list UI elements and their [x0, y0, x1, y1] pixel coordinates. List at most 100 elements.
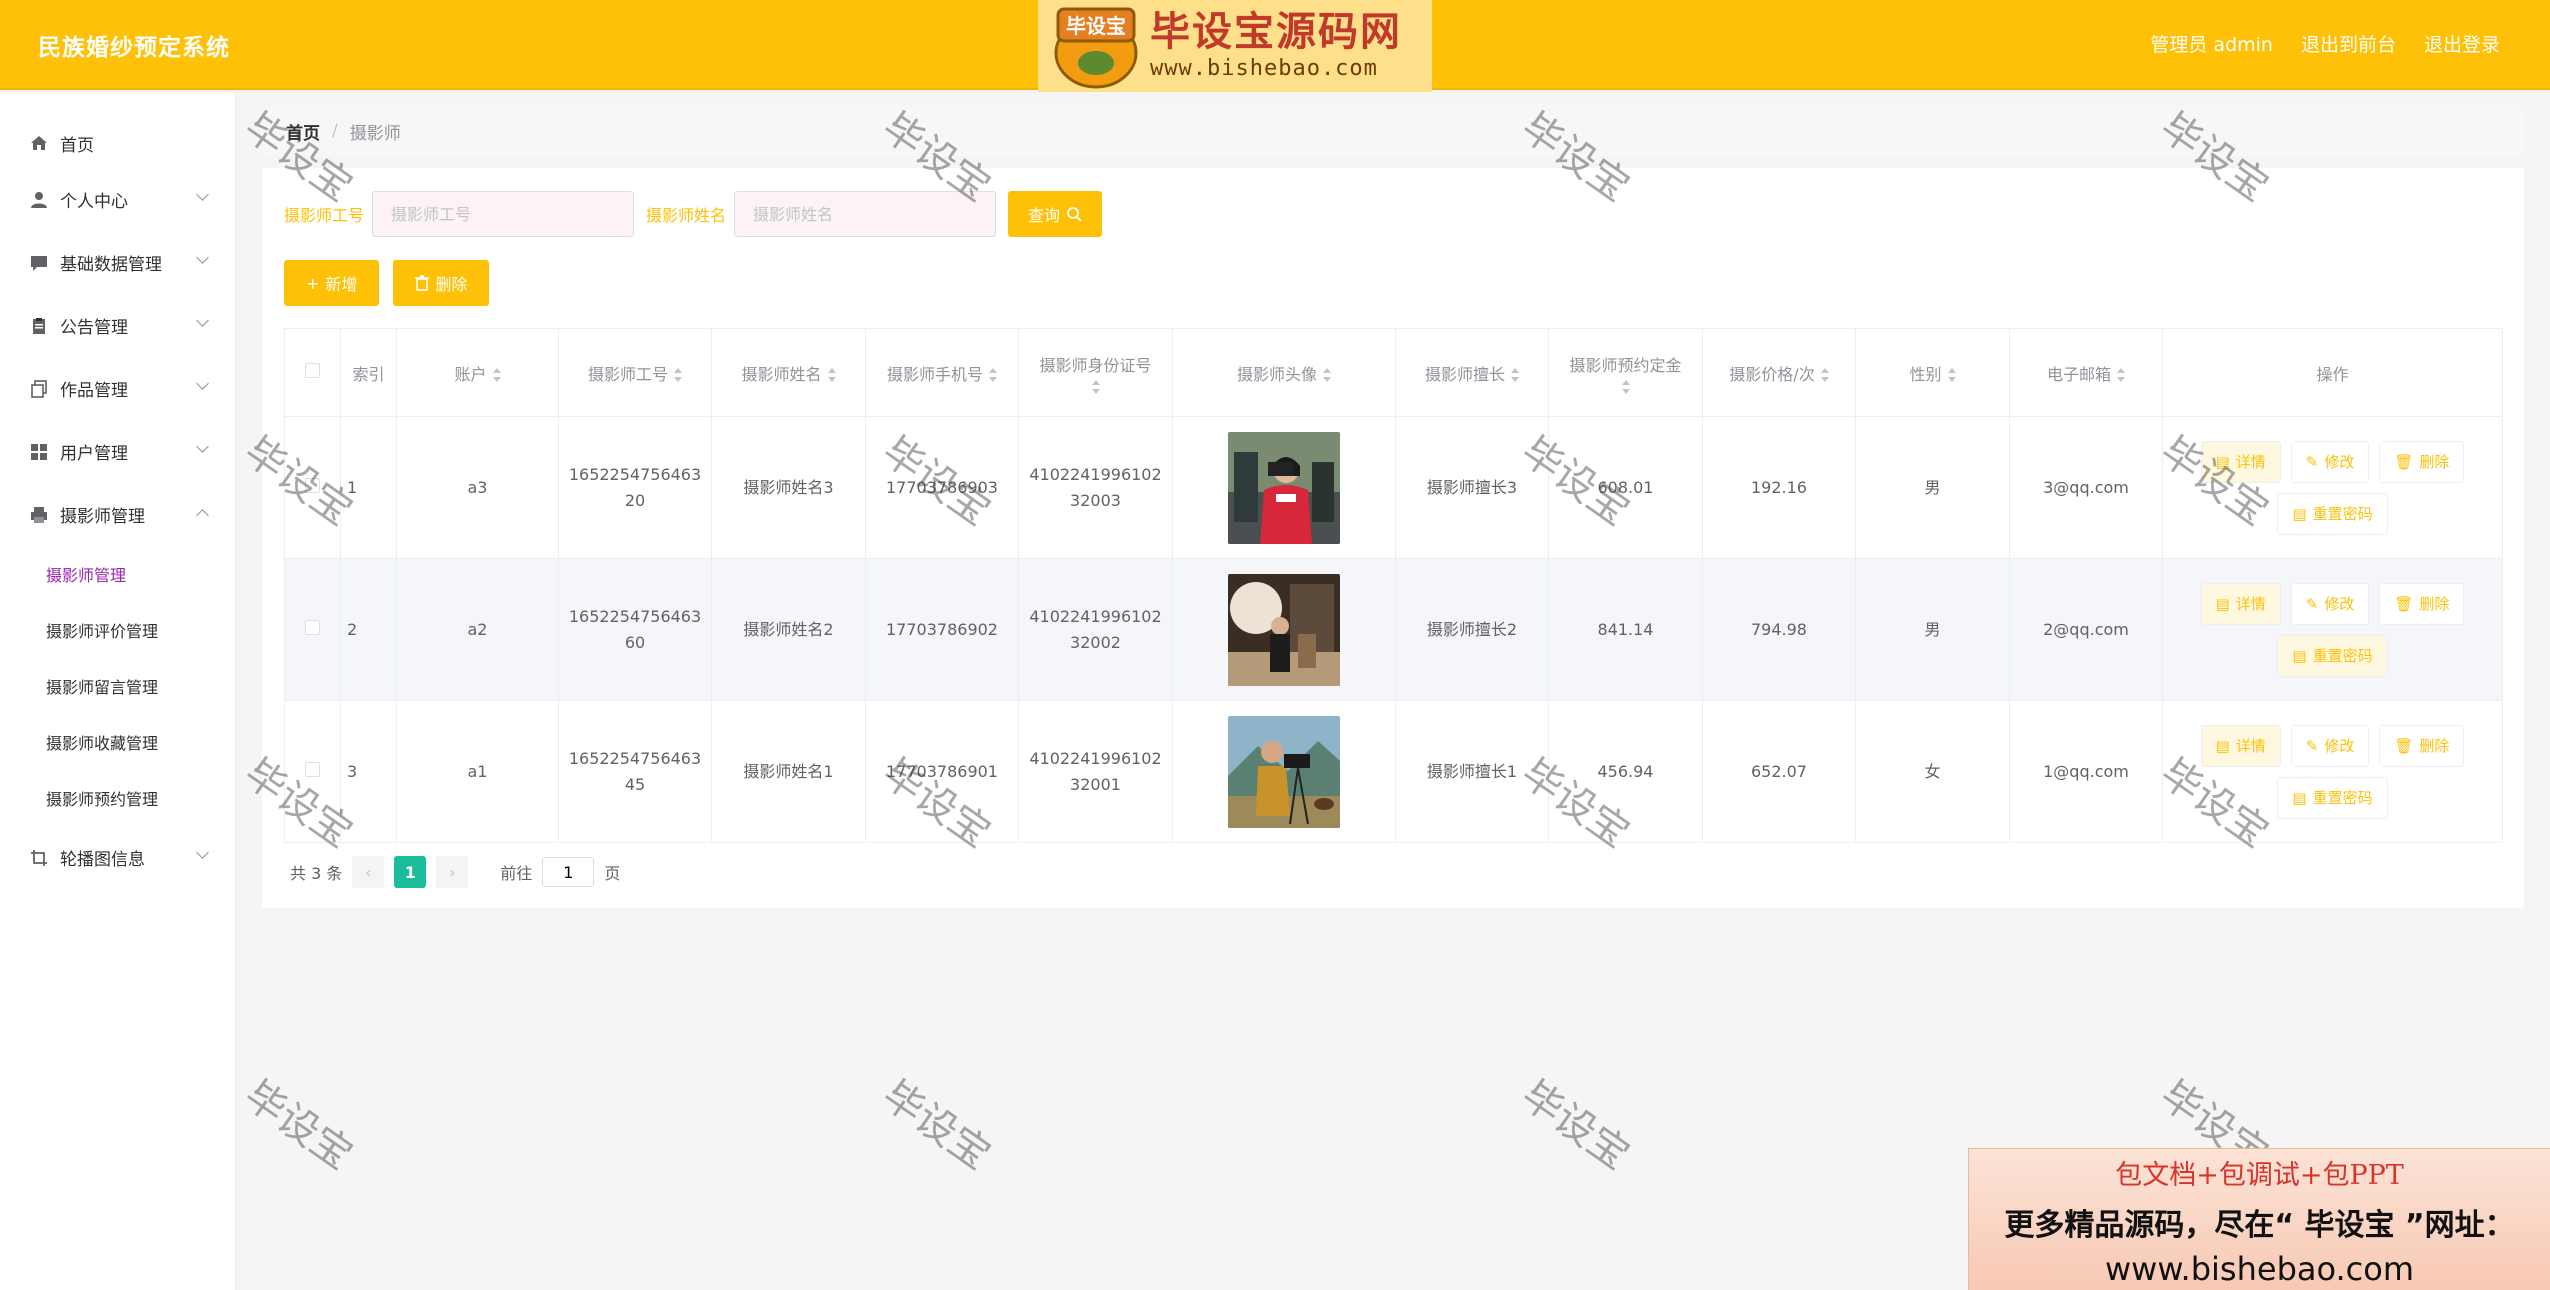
photographer-number-input[interactable] [372, 191, 635, 237]
submenu-photographer-manage[interactable]: 摄影师管理 [0, 546, 235, 602]
reset-password-button[interactable]: ▤ 重置密码 [2277, 634, 2388, 677]
sidebar-item-users[interactable]: 用户管理 [0, 420, 235, 483]
ad-line-1: 包文档+包调试+包PPT [2115, 1160, 2404, 1191]
sort-icon[interactable] [674, 368, 682, 382]
select-all-checkbox[interactable] [305, 363, 320, 378]
sort-icon[interactable] [989, 368, 997, 382]
sort-icon[interactable] [2117, 368, 2125, 382]
photographer-avatar[interactable] [1228, 431, 1340, 544]
cell-operations: ▤ 详情 ✎ 修改 🗑 删除 ▤ 重置密码 [2162, 416, 2503, 559]
clipboard-icon [28, 315, 50, 337]
submenu-photographer-booking[interactable]: 摄影师预约管理 [0, 770, 235, 826]
cell-email: 1@qq.com [2009, 700, 2163, 843]
goto-prefix: 前往 [500, 864, 533, 883]
cell-deposit: 608.01 [1548, 416, 1703, 559]
chevron-down-icon [196, 314, 209, 327]
goto-page-input[interactable] [542, 857, 595, 887]
breadcrumb-current: 摄影师 [349, 123, 401, 144]
row-checkbox[interactable] [305, 761, 320, 777]
column-header[interactable]: 账户 [396, 328, 559, 417]
detail-button[interactable]: ▤ 详情 [2200, 440, 2281, 483]
document-icon: ▤ [2215, 736, 2230, 755]
reset-password-button[interactable]: ▤ 重置密码 [2277, 776, 2388, 819]
sort-icon[interactable] [1323, 368, 1331, 382]
reset-password-button[interactable]: ▤ 重置密码 [2277, 492, 2388, 535]
copy-icon [28, 378, 50, 400]
column-header[interactable]: 摄影价格/次 [1702, 328, 1856, 417]
trash-icon [415, 275, 430, 291]
column-header[interactable]: 摄影师擅长 [1395, 328, 1549, 417]
column-header[interactable]: 摄影师预约定金 [1548, 328, 1703, 417]
home-icon [28, 132, 50, 154]
action-buttons: + 新增 删除 [284, 260, 490, 306]
cell-index: 1 [340, 416, 397, 559]
sidebar-item-works[interactable]: 作品管理 [0, 357, 235, 420]
breadcrumb-home[interactable]: 首页 [286, 119, 320, 144]
document-icon: ▤ [2292, 646, 2307, 665]
sidebar-item-notice[interactable]: 公告管理 [0, 294, 235, 357]
column-header[interactable]: 摄影师头像 [1172, 328, 1396, 417]
cell-account: a2 [396, 558, 559, 701]
message-icon [28, 252, 50, 274]
edit-button[interactable]: ✎ 修改 [2290, 582, 2370, 625]
delete-button[interactable]: 🗑 删除 [2379, 440, 2465, 483]
sort-icon[interactable] [1511, 368, 1519, 382]
document-icon: ▤ [2292, 788, 2307, 807]
cell-price: 192.16 [1702, 416, 1856, 559]
sidebar-item-carousel[interactable]: 轮播图信息 [0, 826, 235, 889]
back-to-front-link[interactable]: 退出到前台 [2301, 30, 2396, 57]
sidebar-item-label: 公告管理 [60, 318, 128, 338]
submenu-photographer-message[interactable]: 摄影师留言管理 [0, 658, 235, 714]
cell-deposit: 456.94 [1548, 700, 1703, 843]
logo-seal-text: 毕设宝 [1066, 14, 1126, 38]
row-checkbox[interactable] [305, 477, 320, 493]
query-button[interactable]: 查询 [1008, 191, 1103, 237]
sort-icon[interactable] [1947, 368, 1956, 382]
next-page-button[interactable]: › [436, 856, 469, 888]
column-header[interactable]: 摄影师工号 [558, 328, 712, 417]
sort-icon[interactable] [1621, 379, 1630, 394]
sidebar-item-personal-center[interactable]: 个人中心 [0, 168, 235, 231]
submenu-photographer-favorite[interactable]: 摄影师收藏管理 [0, 714, 235, 770]
sidebar-item-label: 个人中心 [60, 192, 128, 212]
photographer-avatar[interactable] [1228, 715, 1340, 828]
photographer-name-input[interactable] [734, 191, 997, 237]
cell-deposit: 841.14 [1548, 558, 1703, 701]
query-button-label: 查询 [1028, 206, 1061, 225]
column-header[interactable]: 摄影师手机号 [865, 328, 1019, 417]
sort-icon[interactable] [1820, 368, 1829, 382]
sort-icon[interactable] [1091, 379, 1100, 394]
prev-page-button[interactable]: ‹ [352, 856, 385, 888]
column-header[interactable]: 电子邮箱 [2009, 328, 2163, 417]
photographer-avatar[interactable] [1228, 573, 1340, 686]
edit-button[interactable]: ✎ 修改 [2290, 724, 2370, 767]
batch-delete-button[interactable]: 删除 [393, 260, 490, 306]
column-header[interactable]: 性别 [1855, 328, 2010, 417]
detail-button[interactable]: ▤ 详情 [2200, 724, 2281, 767]
add-button[interactable]: + 新增 [284, 260, 380, 306]
column-header[interactable]: 摄影师身份证号 [1018, 328, 1173, 417]
table-row: 2 a2 165225475646360 摄影师姓名2 17703786902 … [284, 558, 2503, 701]
sidebar-item-label: 首页 [60, 135, 94, 156]
ad-banner[interactable]: 包文档+包调试+包PPT 更多精品源码，尽在“ 毕设宝 ”网址： www.bis… [1968, 1148, 2550, 1290]
cell-specialty: 摄影师擅长2 [1395, 558, 1549, 701]
table-row: 3 a1 165225475646345 摄影师姓名1 17703786901 … [284, 700, 2503, 843]
logo-banner: 毕设宝 毕设宝源码网 www.bishebao.com [1038, 0, 1432, 92]
sidebar-item-home[interactable]: 首页 [0, 118, 235, 168]
cell-id-card: 410224199610232002 [1018, 558, 1173, 701]
sidebar-item-photographers[interactable]: 摄影师管理 [0, 483, 235, 546]
cell-gender: 男 [1855, 558, 2010, 701]
sidebar-item-base-data[interactable]: 基础数据管理 [0, 231, 235, 294]
delete-button[interactable]: 🗑 删除 [2379, 724, 2465, 767]
page-number-button[interactable]: 1 [394, 856, 427, 888]
delete-button-label: 删除 [435, 275, 468, 294]
sort-icon[interactable] [827, 368, 836, 382]
detail-button[interactable]: ▤ 详情 [2200, 582, 2281, 625]
edit-button[interactable]: ✎ 修改 [2290, 440, 2370, 483]
sort-icon[interactable] [492, 368, 501, 382]
submenu-photographer-review[interactable]: 摄影师评价管理 [0, 602, 235, 658]
row-checkbox[interactable] [305, 619, 320, 635]
delete-button[interactable]: 🗑 删除 [2379, 582, 2465, 625]
logout-link[interactable]: 退出登录 [2424, 30, 2500, 57]
column-header[interactable]: 摄影师姓名 [711, 328, 866, 417]
